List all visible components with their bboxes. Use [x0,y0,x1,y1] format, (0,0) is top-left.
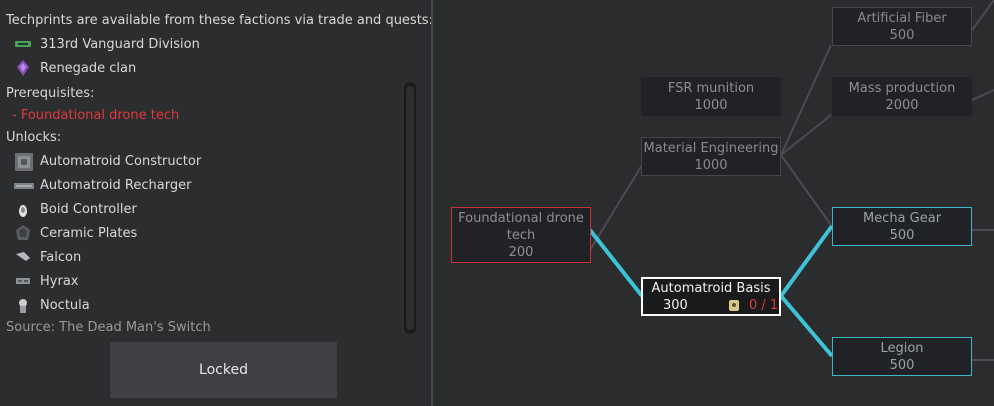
tech-node-legion[interactable]: Legion 500 [832,337,972,376]
scrollbar[interactable] [404,82,416,334]
link-active [779,224,834,298]
unlock-name: Ceramic Plates [40,225,138,241]
tech-node-automatroid-basis[interactable]: Automatroid Basis 300 0 / 1 [641,277,781,316]
unlock-item[interactable]: Ceramic Plates [14,223,137,243]
unlock-name: Falcon [40,249,82,265]
tech-name: Artificial Fiber [857,11,947,26]
unlock-item[interactable]: Boid Controller [14,199,137,219]
tech-cost: 200 [508,245,534,260]
tech-name: Legion [880,341,924,356]
unlock-item[interactable]: Automatroid Recharger [14,175,191,195]
tech-name: FSR munition [667,81,755,96]
constructor-icon [14,152,33,171]
tech-cost: 1000 [694,158,728,173]
noctula-icon [14,296,32,314]
tech-node-mecha-gear[interactable]: Mecha Gear 500 [832,207,972,246]
techprints-heading: Techprints are available from these fact… [6,13,433,28]
link-active [779,294,834,358]
renegade-faction-icon [14,59,32,77]
tech-name: Automatroid Basis [651,281,771,296]
link-inactive [971,89,994,101]
unlock-name: Automatroid Recharger [40,177,192,193]
tech-node-mass-production[interactable]: Mass production 2000 [832,77,972,116]
unlock-name: Automatroid Constructor [40,153,202,169]
tech-name: Foundational drone tech [458,211,584,243]
unlock-item[interactable]: Automatroid Constructor [14,151,201,171]
unlock-item[interactable]: Hyrax [14,271,78,291]
tech-name: Material Engineering [643,141,779,156]
faction-name: Renegade clan [40,60,137,76]
unlock-name: Hyrax [40,273,79,289]
vanguard-faction-icon [14,35,32,53]
faction-name: 313rd Vanguard Division [40,36,200,52]
tech-cost: 500 [889,28,915,43]
hyrax-icon [14,272,32,290]
tech-node-material-engineering[interactable]: Material Engineering 1000 [641,137,781,176]
tech-name: Mass production [848,81,956,96]
techprint-icon [727,298,741,317]
prerequisite-item[interactable]: - Foundational drone tech [12,107,179,125]
link-inactive [780,154,832,226]
unlock-name: Boid Controller [40,201,137,217]
tech-name: Mecha Gear [862,211,942,226]
link-active [588,228,644,298]
faction-row[interactable]: 313rd Vanguard Division [14,34,200,54]
locked-button[interactable]: Locked [110,342,337,398]
recharger-icon [14,176,34,194]
link-inactive [780,44,832,156]
link-inactive [971,0,994,31]
faction-row[interactable]: Renegade clan [14,58,136,78]
unlock-item[interactable]: Noctula [14,295,90,315]
source-text: Source: The Dead Man's Switch [6,320,211,335]
unlock-item[interactable]: Falcon [14,247,81,267]
tech-node-fsr-munition[interactable]: FSR munition 1000 [641,77,781,116]
prerequisites-heading: Prerequisites: [6,86,95,101]
research-info-panel: Techprints are available from these fact… [0,0,433,406]
ceramic-plates-icon [14,224,32,242]
tech-node-artificial-fiber[interactable]: Artificial Fiber 500 [832,7,972,46]
tech-cost: 1000 [694,98,728,113]
techprint-count: 0 / 1 [749,298,779,313]
falcon-icon [14,248,32,266]
research-tree[interactable]: Artificial Fiber 500 FSR munition 1000 M… [433,0,994,406]
link-inactive [780,114,832,156]
unlocks-heading: Unlocks: [6,130,62,145]
scrollbar-thumb[interactable] [406,86,414,330]
tech-cost: 2000 [885,98,919,113]
tech-cost: 300 [663,298,688,313]
boid-controller-icon [14,200,32,218]
tech-cost: 500 [889,228,915,243]
tech-node-foundational-drone-tech[interactable]: Foundational drone tech 200 [451,207,591,263]
tech-cost: 500 [889,358,915,373]
unlock-name: Noctula [40,297,90,313]
